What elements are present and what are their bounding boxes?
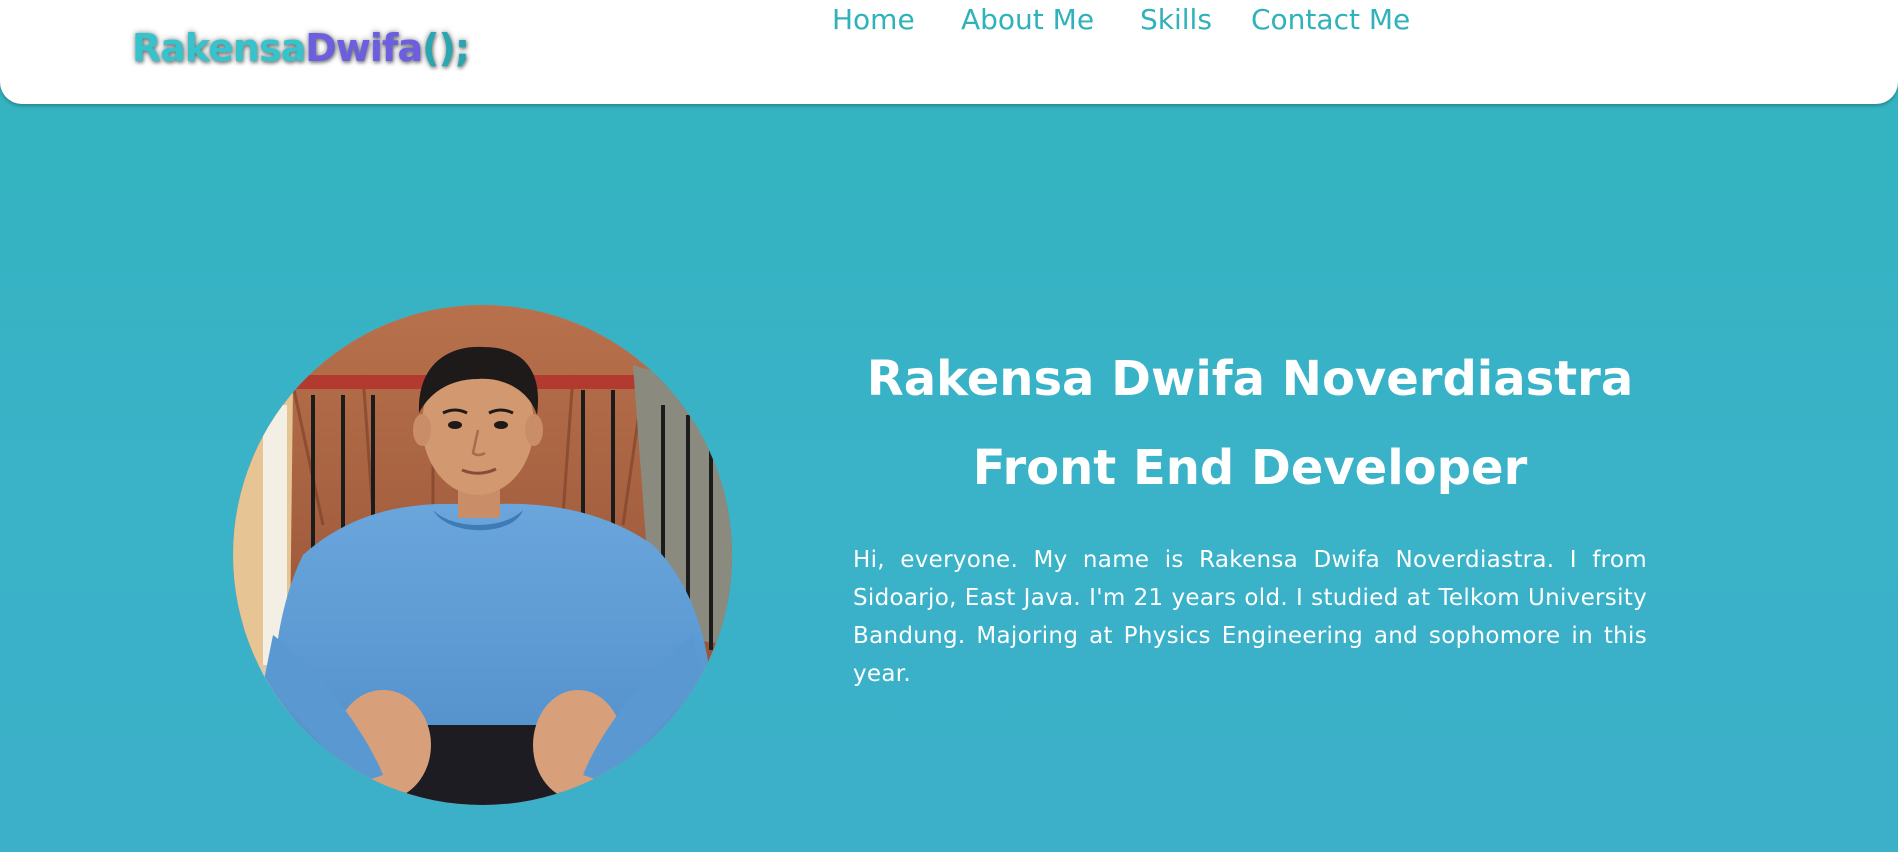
nav-contact-me[interactable]: Contact Me	[1251, 0, 1410, 40]
logo-first-name: Rakensa	[132, 26, 306, 70]
nav-skills[interactable]: Skills	[1140, 0, 1212, 40]
site-logo[interactable]: RakensaDwifa();	[132, 20, 470, 76]
profile-photo	[233, 305, 732, 805]
hero-bio: Hi, everyone. My name is Rakensa Dwifa N…	[853, 547, 1647, 687]
logo-parens: ();	[422, 26, 470, 70]
hero-role: Front End Developer	[972, 440, 1528, 496]
hero-name: Rakensa Dwifa Noverdiastra	[866, 351, 1634, 407]
nav-home[interactable]: Home	[832, 0, 915, 40]
site-header: RakensaDwifa(); Home About Me Skills Con…	[0, 0, 1898, 104]
logo-last-name: Dwifa	[305, 26, 423, 70]
nav-about-me[interactable]: About Me	[961, 0, 1094, 40]
